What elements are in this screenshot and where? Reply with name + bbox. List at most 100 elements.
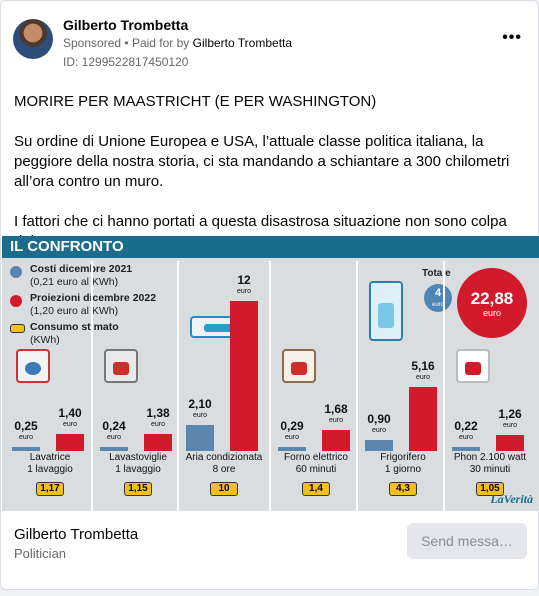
value-2021-number: 0,29: [280, 419, 304, 433]
value-2022-number: 12: [237, 273, 251, 287]
value-2021: 2,10 euro: [182, 398, 218, 422]
value-2022: 1,68 euro: [318, 403, 354, 427]
appliance-detail-icon: [24, 361, 42, 375]
paid-for-name: Gilberto Trombetta: [192, 36, 293, 50]
dot-separator: •: [124, 36, 132, 50]
appliance-label: Lavatrice 1 lavaggio: [6, 452, 94, 476]
value-unit: euro: [62, 420, 77, 428]
value-unit: euro: [192, 411, 207, 419]
value-2022-number: 5,16: [411, 358, 435, 373]
brand-logo: LaVerità: [490, 492, 533, 506]
appliance-name: Aria condizionata: [185, 452, 263, 463]
appliance-detail: 1 giorno: [384, 464, 422, 475]
kwh-badge: 1,15: [124, 482, 152, 496]
value-2021: 0,90 euro: [361, 413, 397, 437]
value-2021: 0,29 euro: [274, 420, 310, 444]
paid-for-prefix: Paid for by: [131, 36, 190, 50]
kwh-badge: 4,3: [389, 482, 417, 496]
bar-2022: [56, 433, 84, 451]
value-unit: euro: [502, 422, 517, 430]
appliance-detail-icon: [377, 302, 395, 328]
appliance-column: 0,24 euro 1,38 euro Lavastoviglie 1 lavaggio 1…: [94, 261, 182, 511]
footer-author-role: Politician: [14, 546, 67, 561]
appliance-detail: 1 lavaggio: [27, 464, 73, 475]
sponsored-label: Sponsored: [63, 36, 122, 50]
kwh-badge: 1,4: [302, 482, 330, 496]
value-unit: euro: [106, 434, 121, 441]
appliance-name: Lavastoviglie: [109, 452, 167, 463]
value-unit: euro: [236, 288, 251, 295]
value-unit: euro: [18, 434, 33, 441]
bar-2022: [496, 435, 524, 451]
bar-2022: [409, 386, 437, 451]
appliance-column: 0,22 euro 1,26 euro Phon 2.100 watt 30 minuti…: [446, 261, 534, 511]
value-2021: 0,22 euro: [448, 420, 484, 444]
bar-2021: [452, 447, 480, 451]
more-options-icon[interactable]: •••: [502, 29, 522, 47]
value-2021: 0,24 euro: [96, 420, 132, 444]
bar-2021: [278, 447, 306, 451]
post-header: Gilberto Trombetta Sponsored • Paid for …: [13, 15, 528, 71]
appliance-illustration: [282, 349, 316, 383]
appliance-illustration: [456, 349, 490, 383]
appliance-illustration: [16, 349, 50, 383]
value-unit: euro: [284, 434, 299, 441]
column-separator: [269, 261, 271, 511]
value-unit: euro: [150, 420, 165, 428]
ad-post-card: Gilberto Trombetta Sponsored • Paid for …: [0, 0, 539, 590]
kwh-badge: 10: [210, 482, 238, 496]
bar-2022: [144, 433, 172, 451]
post-paragraph: Su ordine di Unione Europea e USA, l’att…: [14, 133, 510, 190]
column-separator: [356, 261, 358, 511]
value-2022: 1,40 euro: [52, 407, 88, 431]
value-2021-number: 0,22: [454, 419, 478, 433]
appliance-name: Forno elettrico: [284, 452, 348, 463]
column-separator: [443, 261, 445, 511]
appliance-label: Lavastoviglie 1 lavaggio: [94, 452, 182, 476]
avatar[interactable]: [13, 19, 53, 59]
appliance-illustration: [104, 349, 138, 383]
column-separator: [177, 261, 179, 511]
value-2022-number: 1,68: [324, 402, 348, 416]
appliance-column: 0,25 euro 1,40 euro Lavatrice 1 lavaggio 1,17: [6, 261, 94, 511]
footer-author-name[interactable]: Gilberto Trombetta: [14, 526, 138, 543]
value-2022-number: 1,40: [58, 405, 82, 420]
value-2022-number: 1,26: [498, 407, 522, 422]
infographic-title: IL CONFRONTO: [2, 236, 539, 258]
author-name[interactable]: Gilberto Trombetta: [63, 17, 188, 33]
send-message-button[interactable]: Send messa…: [407, 523, 527, 559]
appliance-column: 0,90 euro 5,16 euro Frigorifero 1 giorno 4,3: [359, 261, 447, 511]
value-unit: euro: [458, 434, 473, 441]
appliance-name: Lavatrice: [29, 452, 71, 463]
bar-2021: [186, 424, 214, 451]
value-unit: euro: [371, 426, 386, 434]
value-2021-number: 0,24: [102, 419, 126, 433]
appliance-detail: 1 lavaggio: [115, 464, 161, 475]
appliance-label: Phon 2.100 watt 30 minuti: [446, 452, 534, 476]
value-2021-number: 0,90: [367, 411, 391, 426]
sponsored-line: Sponsored • Paid for by Gilberto Trombet…: [63, 36, 292, 50]
appliance-column: 2,10 euro 12 euro Aria condizionata 8 ore 10: [180, 261, 268, 511]
bar-2022: [322, 430, 350, 451]
value-2022: 5,16 euro: [405, 360, 441, 384]
value-2022: 12 euro: [226, 274, 262, 298]
appliance-detail: 8 ore: [212, 464, 236, 475]
bar-2021: [100, 447, 128, 451]
appliance-label: Forno elettrico 60 minuti: [272, 452, 360, 476]
value-2021-number: 0,25: [14, 419, 38, 433]
value-2021-number: 2,10: [188, 396, 212, 411]
value-2022: 1,26 euro: [492, 408, 528, 432]
value-unit: euro: [415, 373, 430, 381]
appliance-detail: 30 minuti: [469, 464, 511, 475]
appliance-detail-icon: [290, 361, 308, 375]
appliance-name: Phon 2.100 watt: [453, 452, 527, 463]
ad-id: ID: 1299522817450120: [63, 55, 189, 69]
bar-2021: [365, 439, 393, 451]
infographic-image[interactable]: IL CONFRONTO Costi dicembre 2021 (0,21 e…: [2, 236, 539, 511]
appliance-name: Frigorifero: [380, 452, 426, 463]
value-unit: euro: [328, 417, 343, 424]
appliance-illustration: [369, 281, 403, 341]
post-paragraph: MORIRE PER MAASTRICHT (E PER WASHINGTON): [14, 93, 377, 110]
value-2021: 0,25 euro: [8, 420, 44, 444]
bar-2021: [12, 447, 40, 451]
